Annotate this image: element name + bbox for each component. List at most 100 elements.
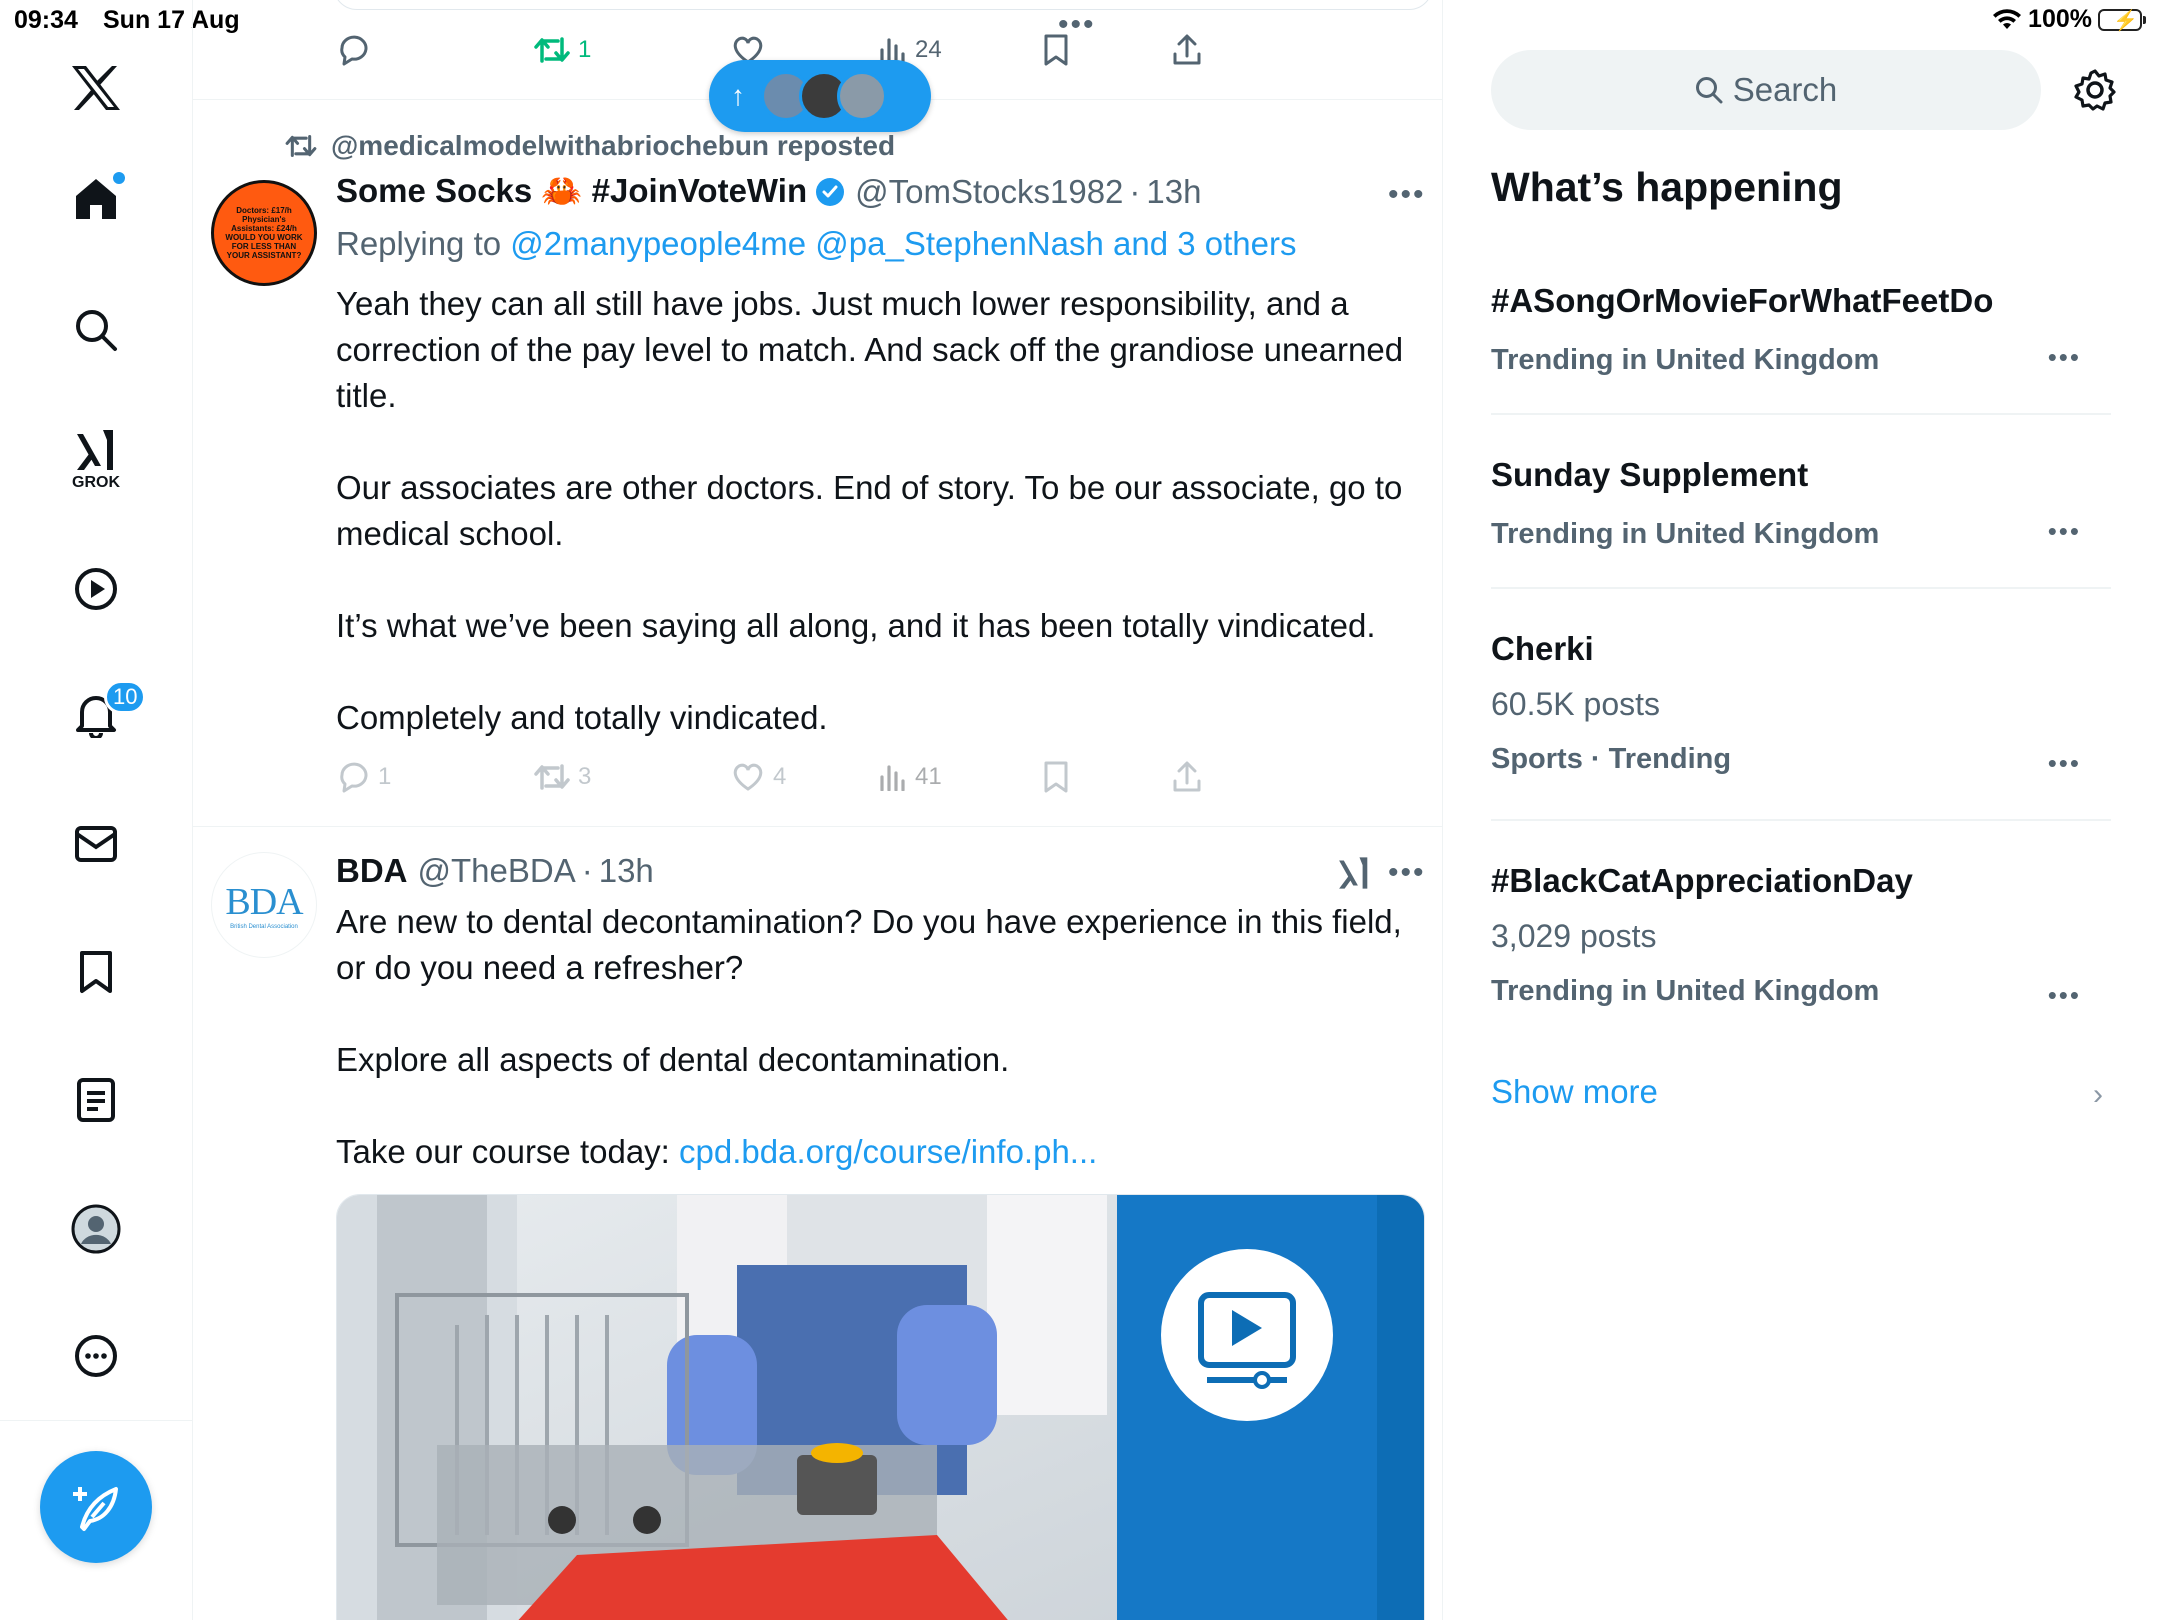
reposted-by-text: @medicalmodelwithabriochebun reposted bbox=[331, 130, 896, 161]
reply-icon bbox=[340, 762, 368, 793]
bookmark-button[interactable] bbox=[1043, 34, 1069, 66]
trend-more-icon[interactable]: ••• bbox=[2048, 980, 2081, 1011]
views-count: 41 bbox=[915, 763, 942, 790]
bookmark-icon bbox=[1044, 34, 1068, 66]
video-play-icon[interactable] bbox=[74, 567, 118, 611]
avatar[interactable]: Doctors: £17/h Physician's Assistants: £… bbox=[211, 180, 317, 286]
grok-nav[interactable]: GROK bbox=[72, 428, 120, 492]
trend-divider bbox=[1491, 413, 2111, 415]
show-more-link[interactable]: Show more bbox=[1491, 1073, 1658, 1111]
author-name[interactable]: Some Socks 🦀 #JoinVoteWin bbox=[336, 172, 807, 211]
trend-item[interactable]: #BlackCatAppreciationDay 3,029 posts Tre… bbox=[1491, 862, 2111, 1011]
left-nav: GROK 10 bbox=[0, 0, 193, 1620]
whats-happening-title: What’s happening bbox=[1491, 164, 1843, 210]
cta-prefix: Take our course today: bbox=[336, 1133, 680, 1170]
trend-more-icon[interactable]: ••• bbox=[2048, 342, 2081, 373]
reposted-by-line[interactable]: @medicalmodelwithabriochebun reposted bbox=[285, 130, 895, 162]
author-handle[interactable]: @TomStocks1982 bbox=[855, 173, 1123, 211]
search-icon[interactable] bbox=[74, 308, 118, 352]
separator-dot: · bbox=[581, 852, 593, 889]
heart-icon bbox=[733, 763, 763, 791]
share-icon bbox=[1173, 761, 1201, 792]
course-link[interactable]: cpd.bda.org/course/info.ph... bbox=[679, 1133, 1097, 1170]
avatar[interactable]: BDA British Dental Association bbox=[211, 852, 317, 958]
post-more-icon[interactable]: ••• bbox=[1388, 178, 1426, 212]
compose-feather-icon bbox=[73, 1487, 118, 1531]
post-more-icon[interactable]: ••• bbox=[1388, 856, 1426, 890]
new-post-avatar bbox=[837, 71, 887, 121]
repost-count: 3 bbox=[578, 763, 592, 790]
post-actions: 1 3 4 41 bbox=[336, 757, 1336, 797]
views-button[interactable]: 41 bbox=[879, 763, 942, 791]
replying-to-users[interactable]: @2manypeople4me @pa_StephenNash and 3 ot… bbox=[510, 225, 1296, 262]
avatar-text: WOULD YOU WORK bbox=[225, 233, 303, 242]
bda-logo-text: BDA bbox=[225, 881, 303, 923]
reply-button[interactable] bbox=[336, 34, 370, 66]
post-media-video[interactable] bbox=[336, 1194, 1425, 1620]
trend-post-count: 60.5K posts bbox=[1491, 686, 1660, 722]
previous-post-card-edge bbox=[333, 0, 1433, 10]
repost-icon bbox=[534, 37, 570, 63]
trend-divider bbox=[1491, 587, 2111, 589]
repost-button[interactable]: 3 bbox=[534, 762, 591, 792]
reply-count: 1 bbox=[378, 763, 392, 790]
profile-icon[interactable] bbox=[71, 1204, 121, 1254]
author-name[interactable]: BDA bbox=[336, 852, 408, 890]
post-body: Yeah they can all still have jobs. Just … bbox=[336, 281, 1406, 741]
right-sidebar: Search What’s happening #ASongOrMovieFor… bbox=[1443, 0, 2160, 1620]
timeline[interactable]: ••• 1 24 ↑ @medicalmodelwithabriochebun … bbox=[193, 0, 1443, 1620]
compose-post-button[interactable] bbox=[40, 1451, 152, 1563]
bookmark-icon bbox=[1044, 761, 1068, 793]
trend-item[interactable]: Cherki 60.5K posts Sports · Trending ••• bbox=[1491, 630, 2111, 779]
post-paragraph: Completely and totally vindicated. bbox=[336, 699, 828, 736]
post-paragraph: Explore all aspects of dental decontamin… bbox=[336, 1041, 1010, 1078]
replying-to: Replying to @2manypeople4me @pa_StephenN… bbox=[336, 225, 1296, 263]
home-icon[interactable] bbox=[73, 172, 125, 222]
reply-button[interactable]: 1 bbox=[336, 761, 391, 793]
trend-context: Trending in United Kingdom bbox=[1491, 518, 1880, 550]
notifications-badge: 10 bbox=[104, 680, 147, 714]
trend-post-count: 3,029 posts bbox=[1491, 918, 1657, 954]
settings-gear-icon[interactable] bbox=[2073, 68, 2117, 112]
trend-item[interactable]: Sunday Supplement Trending in United Kin… bbox=[1491, 456, 2111, 551]
chevron-right-icon[interactable]: › bbox=[2093, 1078, 2103, 1112]
trend-context: Sports · Trending bbox=[1491, 743, 1732, 775]
post-paragraph: Are new to dental decontamination? Do yo… bbox=[336, 903, 1402, 986]
author-handle[interactable]: @TheBDA bbox=[418, 852, 576, 890]
grok-explain-icon[interactable] bbox=[1336, 855, 1372, 891]
reply-icon bbox=[340, 35, 368, 66]
trend-more-icon[interactable]: ••• bbox=[2048, 748, 2081, 779]
video-thumbnail bbox=[337, 1195, 1424, 1620]
new-posts-pill[interactable]: ↑ bbox=[709, 60, 931, 132]
post-header: Some Socks 🦀 #JoinVoteWin @TomStocks1982… bbox=[336, 172, 1201, 211]
bookmarks-icon[interactable] bbox=[78, 950, 114, 994]
x-logo-icon[interactable] bbox=[70, 64, 122, 112]
avatar-text: Doctors: £17/h bbox=[236, 206, 292, 215]
post-paragraph: Take our course today: cpd.bda.org/cours… bbox=[336, 1129, 1406, 1175]
search-input[interactable]: Search bbox=[1491, 50, 2041, 130]
post-paragraph: Yeah they can all still have jobs. Just … bbox=[336, 285, 1404, 414]
trend-more-icon[interactable]: ••• bbox=[2048, 516, 2081, 547]
arrow-up-icon: ↑ bbox=[731, 80, 745, 111]
bookmark-button[interactable] bbox=[1043, 761, 1069, 793]
notifications-nav[interactable]: 10 bbox=[74, 680, 147, 738]
trend-name: Sunday Supplement bbox=[1491, 456, 1809, 493]
share-button[interactable] bbox=[1172, 761, 1202, 793]
repost-count: 1 bbox=[578, 36, 592, 63]
avatar-text: Physician's bbox=[242, 215, 286, 224]
messages-icon[interactable] bbox=[74, 824, 118, 864]
post-time[interactable]: 13h bbox=[1146, 173, 1201, 211]
search-placeholder: Search bbox=[1732, 71, 1838, 108]
share-button[interactable] bbox=[1172, 34, 1202, 66]
like-button[interactable]: 4 bbox=[731, 762, 786, 792]
lists-icon[interactable] bbox=[76, 1077, 116, 1123]
repost-button[interactable]: 1 bbox=[534, 35, 591, 65]
post-paragraph: Our associates are other doctors. End of… bbox=[336, 469, 1403, 552]
avatar-text: YOUR ASSISTANT? bbox=[226, 251, 302, 260]
post-time[interactable]: 13h bbox=[599, 852, 654, 890]
trend-item[interactable]: #ASongOrMovieForWhatFeetDo Trending in U… bbox=[1491, 282, 2111, 377]
grok-label: GROK bbox=[72, 474, 120, 491]
trend-name: #BlackCatAppreciationDay bbox=[1491, 862, 1913, 899]
repost-icon bbox=[534, 764, 570, 790]
more-options-icon[interactable] bbox=[74, 1334, 118, 1378]
